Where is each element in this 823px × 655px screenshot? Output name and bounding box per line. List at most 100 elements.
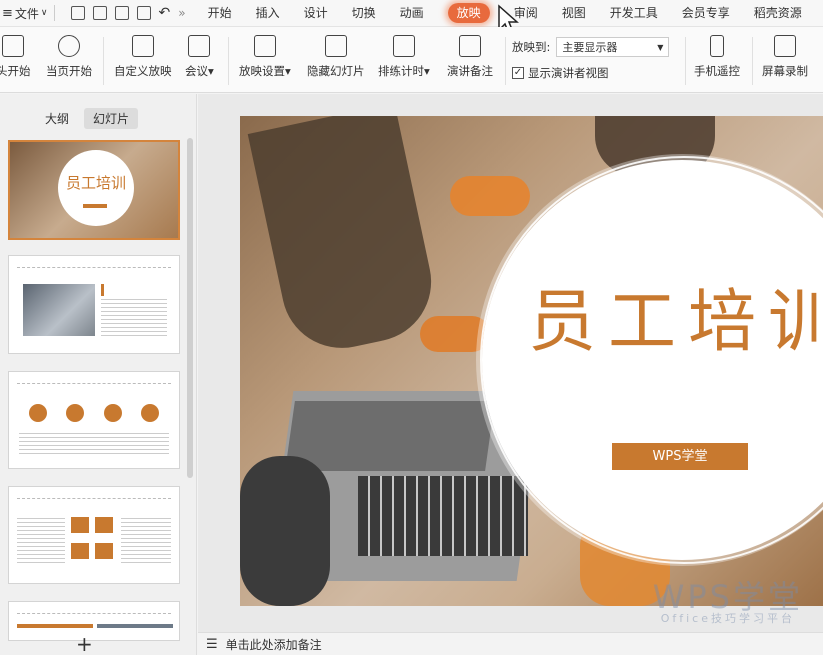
slide-canvas: 员工培训 WPS学堂 WPS学堂 Office技巧学习平台 bbox=[198, 94, 823, 632]
thumb-heading bbox=[17, 487, 171, 499]
quick-access-toolbar: ↶ » bbox=[70, 5, 186, 21]
tab-developer[interactable]: 开发工具 bbox=[598, 0, 670, 27]
notes-placeholder: 单击此处添加备注 bbox=[225, 637, 322, 652]
presenter-view-option[interactable]: ✓ 显示演讲者视图 bbox=[512, 65, 609, 81]
play-from-start-icon bbox=[2, 35, 25, 57]
tab-slideshow-label: 放映 bbox=[447, 2, 490, 23]
thumb-text-left bbox=[17, 515, 65, 565]
play-to-value: 主要显示器 bbox=[562, 41, 618, 54]
home-icon[interactable] bbox=[70, 6, 85, 20]
slide-thumbnail-4[interactable] bbox=[8, 486, 180, 584]
rehearse-button[interactable]: 排练计时▾ bbox=[378, 35, 430, 79]
tab-home[interactable]: 开始 bbox=[196, 0, 244, 27]
tab-animation[interactable]: 动画 bbox=[388, 0, 436, 27]
bg-helmet bbox=[240, 456, 330, 606]
divider bbox=[685, 37, 686, 85]
screen-record-button[interactable]: 屏幕录制 bbox=[762, 35, 808, 79]
phone-remote-button[interactable]: 手机遥控 bbox=[694, 35, 740, 79]
panel-scrollbar[interactable] bbox=[187, 138, 193, 478]
ribbon: 头开始 当页开始 自定义放映 会议▾ 放映设置▾ 隐藏幻灯片 排练计时▾ 演讲备… bbox=[0, 27, 823, 93]
thumb-heading bbox=[17, 256, 171, 268]
from-current-label: 当页开始 bbox=[46, 64, 92, 78]
tab-transition[interactable]: 切换 bbox=[340, 0, 388, 27]
tab-docer[interactable]: 稻壳资源 bbox=[742, 0, 814, 27]
hide-slide-icon bbox=[324, 35, 347, 57]
menu-bar: ≡ 文件 ∨ ↶ » 开始 插入 设计 切换 动画 放映 审阅 视图 开发工具 … bbox=[0, 0, 823, 36]
file-menu-label: 文件 bbox=[14, 6, 39, 21]
meeting-button[interactable]: 会议▾ bbox=[185, 35, 214, 79]
add-slide-icon[interactable]: + bbox=[76, 632, 93, 655]
thumb-box-02 bbox=[95, 517, 113, 533]
panel-view-tabs: 大纲 幻灯片 bbox=[36, 108, 139, 129]
thumb-text-lines bbox=[19, 430, 169, 454]
thumb-bar-left bbox=[17, 624, 93, 628]
watermark-subtitle: Office技巧学习平台 bbox=[660, 612, 795, 625]
print-preview-icon[interactable] bbox=[136, 6, 151, 20]
thumb-case-icon bbox=[141, 404, 159, 422]
tab-design[interactable]: 设计 bbox=[292, 0, 340, 27]
bg-laptop-screen bbox=[285, 401, 495, 471]
slide-title[interactable]: 员工培训 bbox=[528, 266, 823, 365]
tab-member[interactable]: 会员专享 bbox=[670, 0, 742, 27]
thumb-badge bbox=[83, 204, 107, 208]
screen-record-icon bbox=[774, 35, 796, 57]
show-settings-button[interactable]: 放映设置▾ bbox=[239, 35, 291, 79]
tab-outline[interactable]: 大纲 bbox=[36, 108, 78, 129]
from-start-button[interactable]: 头开始 bbox=[0, 35, 31, 79]
presenter-view-label: 显示演讲者视图 bbox=[528, 66, 609, 80]
thumb-text-lines bbox=[101, 296, 167, 336]
save-icon[interactable] bbox=[92, 6, 107, 20]
tab-insert[interactable]: 插入 bbox=[244, 0, 292, 27]
meeting-label: 会议▾ bbox=[185, 64, 214, 78]
divider bbox=[228, 37, 229, 85]
notes-bar[interactable]: ☰ 单击此处添加备注 bbox=[198, 632, 823, 655]
thumb-title: 员工培训 bbox=[65, 174, 126, 192]
slide-thumbnail-5[interactable] bbox=[8, 601, 180, 641]
bg-laptop-keyboard bbox=[358, 476, 528, 556]
presenter-view-checkbox[interactable]: ✓ bbox=[512, 67, 524, 79]
speaker-notes-button[interactable]: 演讲备注 bbox=[447, 35, 493, 79]
chevron-down-icon: ∨ bbox=[40, 8, 48, 18]
thumb-heading bbox=[17, 602, 171, 614]
speaker-notes-label: 演讲备注 bbox=[447, 64, 493, 78]
phone-icon bbox=[710, 35, 724, 57]
more-icon[interactable]: » bbox=[178, 6, 185, 20]
file-menu[interactable]: ≡ 文件 ∨ bbox=[0, 5, 48, 22]
undo-icon[interactable]: ↶ bbox=[159, 5, 171, 21]
thumb-trophy-icon bbox=[66, 404, 84, 422]
rehearse-timer-icon bbox=[392, 35, 415, 57]
thumb-box-01 bbox=[71, 517, 89, 533]
bg-figure-left bbox=[247, 116, 443, 360]
meeting-icon bbox=[188, 35, 211, 57]
play-icon bbox=[58, 35, 80, 57]
hide-slide-button[interactable]: 隐藏幻灯片 bbox=[307, 35, 365, 79]
thumb-text-right bbox=[121, 515, 171, 565]
slide-thumbnail-2[interactable] bbox=[8, 255, 180, 354]
tab-view[interactable]: 视图 bbox=[550, 0, 598, 27]
tab-slideshow[interactable]: 放映 bbox=[436, 0, 502, 27]
thumb-box-03 bbox=[71, 543, 89, 559]
slide-thumbnail-1[interactable]: 员工培训 bbox=[8, 140, 180, 240]
chevron-down-icon: ▼ bbox=[657, 42, 664, 52]
rehearse-label: 排练计时▾ bbox=[378, 64, 430, 78]
hamburger-icon: ≡ bbox=[2, 5, 13, 21]
tab-slides[interactable]: 幻灯片 bbox=[84, 108, 139, 129]
thumb-bar-right bbox=[97, 624, 173, 628]
divider bbox=[752, 37, 753, 85]
thumb-doc-icon bbox=[104, 404, 122, 422]
settings-icon bbox=[253, 35, 276, 57]
slide-badge[interactable]: WPS学堂 bbox=[612, 443, 748, 470]
thumb-location-icon bbox=[29, 404, 47, 422]
divider bbox=[103, 37, 104, 85]
slide-thumbnail-3[interactable] bbox=[8, 371, 180, 469]
from-current-button[interactable]: 当页开始 bbox=[46, 35, 92, 79]
play-to-select[interactable]: 主要显示器 ▼ bbox=[556, 37, 670, 57]
custom-show-button[interactable]: 自定义放映 bbox=[114, 35, 172, 79]
custom-show-icon bbox=[131, 35, 154, 57]
slides-panel: 大纲 幻灯片 员工培训 + bbox=[0, 94, 197, 655]
notes-icon: ☰ bbox=[206, 636, 218, 652]
hide-slide-label: 隐藏幻灯片 bbox=[307, 64, 365, 78]
current-slide[interactable]: 员工培训 WPS学堂 bbox=[240, 116, 823, 606]
print-icon[interactable] bbox=[114, 6, 129, 20]
from-start-label: 头开始 bbox=[0, 64, 31, 78]
